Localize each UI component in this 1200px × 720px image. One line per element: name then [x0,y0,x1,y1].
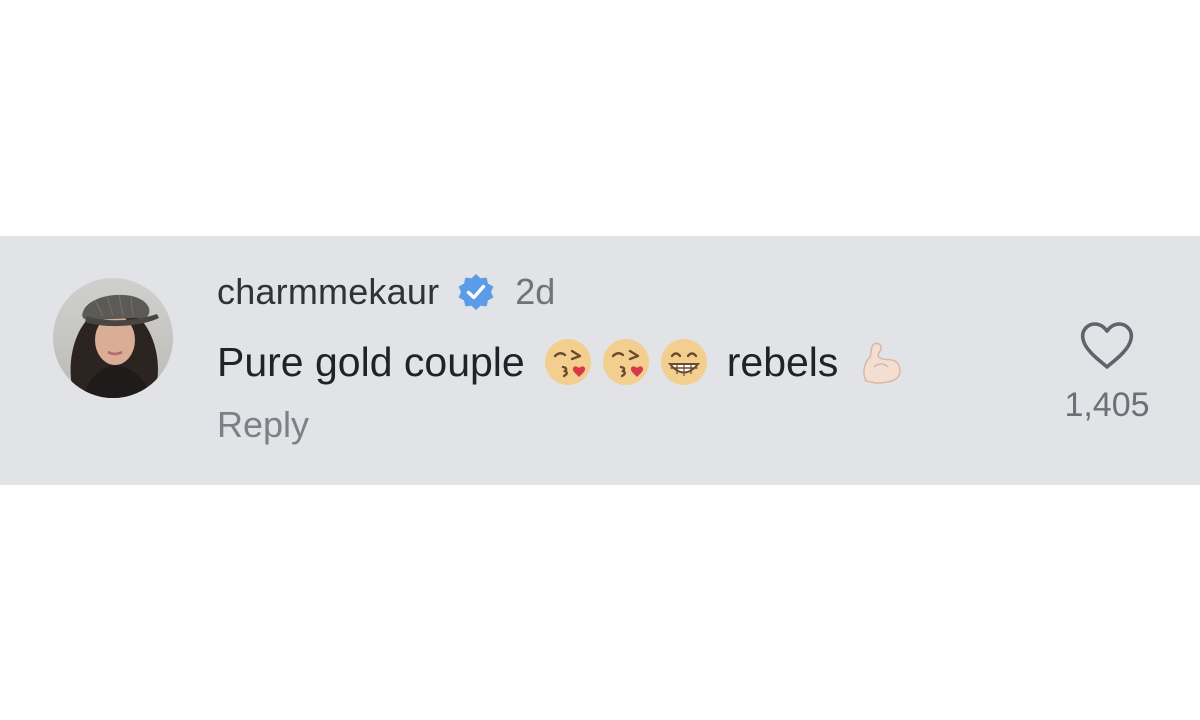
comment-text: Pure gold couple rebels [217,330,906,394]
username[interactable]: charmmekaur [217,271,439,313]
flexed-biceps-emoji-icon [856,337,906,387]
like-count: 1,405 [1064,386,1150,424]
avatar[interactable] [53,278,173,398]
kissing-face-with-heart-emoji-icon [543,337,593,387]
like-section: 1,405 [1055,320,1159,425]
kissing-face-with-heart-emoji-icon [601,337,651,387]
heart-icon [1080,322,1134,369]
comment-text-part-1: Pure gold couple [217,338,525,385]
grinning-face-emoji-icon [659,337,709,387]
reply-button[interactable]: Reply [217,404,309,446]
comment-text-part-2: rebels [726,338,839,385]
avatar-image [53,278,173,398]
like-button[interactable] [1079,320,1135,372]
comment-header: charmmekaur 2d [217,268,555,316]
verified-badge-icon [457,273,495,311]
timestamp: 2d [515,271,556,312]
